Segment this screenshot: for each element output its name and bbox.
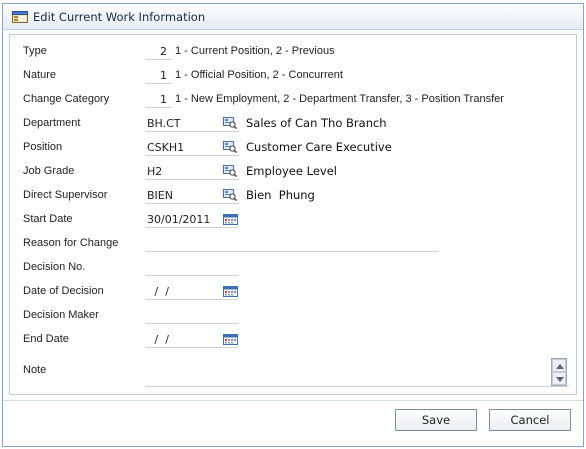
row-department: Department BH.CT Sales of Can Tho Branch [10, 116, 570, 132]
decision-maker-input[interactable] [145, 308, 239, 324]
change-category-label: Change Category [23, 93, 110, 105]
start-date-input[interactable]: 30/01/2011 [145, 212, 239, 228]
job-grade-value: H2 [147, 165, 163, 178]
change-category-hint: 1 - New Employment, 2 - Department Trans… [175, 93, 504, 105]
lookup-icon[interactable] [223, 141, 237, 153]
department-input[interactable]: BH.CT [145, 116, 239, 132]
edit-window-icon [12, 11, 28, 23]
date-of-decision-label: Date of Decision [23, 285, 104, 297]
row-date-of-decision: Date of Decision / / [10, 284, 570, 300]
direct-supervisor-value: BIEN [147, 189, 173, 202]
job-grade-description: Employee Level [246, 164, 337, 178]
start-date-value: 30/01/2011 [147, 213, 211, 226]
scroll-up-button[interactable] [552, 359, 566, 372]
form-panel: Type 2 1 - Current Position, 2 - Previou… [9, 34, 577, 395]
cancel-button[interactable]: Cancel [489, 409, 571, 431]
save-button[interactable]: Save [395, 409, 477, 431]
position-input[interactable]: CSKH1 [145, 140, 239, 156]
decision-no-label: Decision No. [23, 261, 86, 273]
nature-hint: 1 - Official Position, 2 - Concurrent [175, 69, 343, 81]
scroll-down-button[interactable] [552, 372, 566, 385]
lookup-icon[interactable] [223, 117, 237, 129]
position-description: Customer Care Executive [246, 140, 392, 154]
direct-supervisor-label: Direct Supervisor [23, 189, 108, 201]
row-end-date: End Date / / [10, 332, 570, 348]
scroll-down-icon [556, 377, 564, 382]
position-value: CSKH1 [147, 141, 185, 154]
nature-label: Nature [23, 69, 57, 81]
calendar-icon[interactable] [223, 286, 238, 297]
scroll-up-icon [556, 364, 564, 369]
direct-supervisor-input[interactable]: BIEN [145, 188, 239, 204]
department-description: Sales of Can Tho Branch [246, 116, 387, 130]
note-textarea[interactable] [145, 357, 569, 387]
calendar-icon[interactable] [223, 334, 238, 345]
start-date-label: Start Date [23, 213, 73, 225]
type-hint: 1 - Current Position, 2 - Previous [175, 45, 335, 57]
row-nature: Nature 1 1 - Official Position, 2 - Conc… [10, 68, 570, 84]
decision-no-input[interactable] [145, 260, 239, 276]
department-value: BH.CT [147, 117, 181, 130]
change-category-value: 1 [160, 93, 167, 106]
direct-supervisor-description: Bien Phung [246, 188, 315, 202]
reason-for-change-input[interactable] [145, 236, 439, 252]
department-label: Department [23, 117, 81, 129]
lookup-icon[interactable] [223, 189, 237, 201]
job-grade-label: Job Grade [23, 165, 75, 177]
type-label: Type [23, 45, 47, 57]
edit-work-info-dialog: Edit Current Work Information Type 2 1 -… [2, 3, 584, 447]
row-type: Type 2 1 - Current Position, 2 - Previou… [10, 44, 570, 60]
decision-maker-label: Decision Maker [23, 309, 99, 321]
nature-input[interactable]: 1 [145, 68, 171, 84]
end-date-label: End Date [23, 333, 69, 345]
note-label: Note [23, 364, 47, 376]
reason-for-change-label: Reason for Change [23, 237, 119, 249]
end-date-value: / / [151, 333, 169, 346]
position-label: Position [23, 141, 63, 153]
note-scrollbar[interactable] [551, 358, 567, 386]
change-category-input[interactable]: 1 [145, 92, 171, 108]
row-decision-maker: Decision Maker [10, 308, 570, 324]
title-bar: Edit Current Work Information [3, 4, 583, 30]
row-direct-supervisor: Direct Supervisor BIEN Bien Phung [10, 188, 570, 204]
job-grade-input[interactable]: H2 [145, 164, 239, 180]
row-reason-for-change: Reason for Change [10, 236, 570, 252]
row-position: Position CSKH1 Customer Care Executive [10, 140, 570, 156]
footer-divider [3, 400, 583, 401]
type-value: 2 [160, 45, 167, 58]
nature-value: 1 [160, 69, 167, 82]
row-change-category: Change Category 1 1 - New Employment, 2 … [10, 92, 570, 108]
date-of-decision-value: / / [151, 285, 169, 298]
end-date-input[interactable]: / / [145, 332, 239, 348]
calendar-icon[interactable] [223, 214, 238, 225]
dialog-title: Edit Current Work Information [33, 10, 206, 24]
row-start-date: Start Date 30/01/2011 [10, 212, 570, 228]
lookup-icon[interactable] [223, 165, 237, 177]
type-input[interactable]: 2 [145, 44, 171, 60]
row-decision-no: Decision No. [10, 260, 570, 276]
date-of-decision-input[interactable]: / / [145, 284, 239, 300]
row-job-grade: Job Grade H2 Employee Level [10, 164, 570, 180]
